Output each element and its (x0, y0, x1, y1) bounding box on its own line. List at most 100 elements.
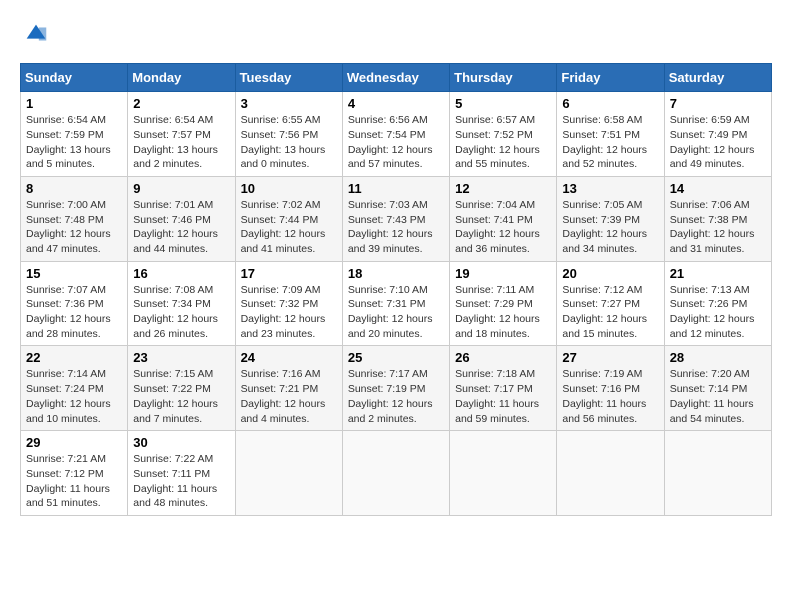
day-info: Sunrise: 6:57 AM Sunset: 7:52 PM Dayligh… (455, 113, 551, 172)
calendar-cell: 24 Sunrise: 7:16 AM Sunset: 7:21 PM Dayl… (235, 346, 342, 431)
daylight-label: Daylight: 12 hours and 26 minutes. (133, 313, 218, 340)
daylight-label: Daylight: 12 hours and 36 minutes. (455, 228, 540, 255)
day-info: Sunrise: 7:19 AM Sunset: 7:16 PM Dayligh… (562, 367, 658, 426)
day-number: 24 (241, 350, 337, 365)
calendar-cell (664, 431, 771, 516)
sunrise-label: Sunrise: 6:56 AM (348, 114, 428, 126)
sunset-label: Sunset: 7:12 PM (26, 468, 104, 480)
calendar-week-3: 15 Sunrise: 7:07 AM Sunset: 7:36 PM Dayl… (21, 261, 772, 346)
sunrise-label: Sunrise: 7:19 AM (562, 368, 642, 380)
day-info: Sunrise: 6:56 AM Sunset: 7:54 PM Dayligh… (348, 113, 444, 172)
sunset-label: Sunset: 7:48 PM (26, 214, 104, 226)
sunset-label: Sunset: 7:54 PM (348, 129, 426, 141)
day-info: Sunrise: 7:22 AM Sunset: 7:11 PM Dayligh… (133, 452, 229, 511)
calendar-cell (235, 431, 342, 516)
day-info: Sunrise: 7:01 AM Sunset: 7:46 PM Dayligh… (133, 198, 229, 257)
sunset-label: Sunset: 7:14 PM (670, 383, 748, 395)
day-number: 26 (455, 350, 551, 365)
day-number: 21 (670, 266, 766, 281)
daylight-label: Daylight: 12 hours and 52 minutes. (562, 144, 647, 171)
sunset-label: Sunset: 7:51 PM (562, 129, 640, 141)
sunrise-label: Sunrise: 7:10 AM (348, 284, 428, 296)
sunset-label: Sunset: 7:31 PM (348, 298, 426, 310)
weekday-wednesday: Wednesday (342, 64, 449, 92)
calendar-cell: 4 Sunrise: 6:56 AM Sunset: 7:54 PM Dayli… (342, 92, 449, 177)
day-info: Sunrise: 7:14 AM Sunset: 7:24 PM Dayligh… (26, 367, 122, 426)
page-header (20, 20, 772, 53)
sunset-label: Sunset: 7:36 PM (26, 298, 104, 310)
sunrise-label: Sunrise: 6:57 AM (455, 114, 535, 126)
sunset-label: Sunset: 7:39 PM (562, 214, 640, 226)
sunrise-label: Sunrise: 6:54 AM (26, 114, 106, 126)
daylight-label: Daylight: 12 hours and 44 minutes. (133, 228, 218, 255)
sunrise-label: Sunrise: 7:13 AM (670, 284, 750, 296)
weekday-tuesday: Tuesday (235, 64, 342, 92)
calendar-week-2: 8 Sunrise: 7:00 AM Sunset: 7:48 PM Dayli… (21, 176, 772, 261)
sunrise-label: Sunrise: 7:04 AM (455, 199, 535, 211)
day-info: Sunrise: 7:08 AM Sunset: 7:34 PM Dayligh… (133, 283, 229, 342)
calendar-cell: 13 Sunrise: 7:05 AM Sunset: 7:39 PM Dayl… (557, 176, 664, 261)
day-info: Sunrise: 7:10 AM Sunset: 7:31 PM Dayligh… (348, 283, 444, 342)
calendar-cell: 22 Sunrise: 7:14 AM Sunset: 7:24 PM Dayl… (21, 346, 128, 431)
daylight-label: Daylight: 12 hours and 49 minutes. (670, 144, 755, 171)
day-number: 10 (241, 181, 337, 196)
day-info: Sunrise: 7:04 AM Sunset: 7:41 PM Dayligh… (455, 198, 551, 257)
day-number: 15 (26, 266, 122, 281)
calendar-cell: 26 Sunrise: 7:18 AM Sunset: 7:17 PM Dayl… (450, 346, 557, 431)
weekday-saturday: Saturday (664, 64, 771, 92)
calendar-cell (450, 431, 557, 516)
sunset-label: Sunset: 7:34 PM (133, 298, 211, 310)
daylight-label: Daylight: 12 hours and 41 minutes. (241, 228, 326, 255)
daylight-label: Daylight: 12 hours and 34 minutes. (562, 228, 647, 255)
calendar-week-5: 29 Sunrise: 7:21 AM Sunset: 7:12 PM Dayl… (21, 431, 772, 516)
sunrise-label: Sunrise: 7:17 AM (348, 368, 428, 380)
daylight-label: Daylight: 12 hours and 12 minutes. (670, 313, 755, 340)
day-number: 5 (455, 96, 551, 111)
day-number: 1 (26, 96, 122, 111)
calendar-cell: 29 Sunrise: 7:21 AM Sunset: 7:12 PM Dayl… (21, 431, 128, 516)
daylight-label: Daylight: 12 hours and 28 minutes. (26, 313, 111, 340)
day-number: 9 (133, 181, 229, 196)
calendar-week-4: 22 Sunrise: 7:14 AM Sunset: 7:24 PM Dayl… (21, 346, 772, 431)
calendar-cell: 30 Sunrise: 7:22 AM Sunset: 7:11 PM Dayl… (128, 431, 235, 516)
day-info: Sunrise: 6:55 AM Sunset: 7:56 PM Dayligh… (241, 113, 337, 172)
day-info: Sunrise: 7:00 AM Sunset: 7:48 PM Dayligh… (26, 198, 122, 257)
sunset-label: Sunset: 7:57 PM (133, 129, 211, 141)
daylight-label: Daylight: 13 hours and 0 minutes. (241, 144, 326, 171)
day-number: 20 (562, 266, 658, 281)
calendar-cell (557, 431, 664, 516)
daylight-label: Daylight: 12 hours and 55 minutes. (455, 144, 540, 171)
logo (20, 20, 50, 53)
sunrise-label: Sunrise: 7:21 AM (26, 453, 106, 465)
sunrise-label: Sunrise: 7:12 AM (562, 284, 642, 296)
sunset-label: Sunset: 7:17 PM (455, 383, 533, 395)
sunrise-label: Sunrise: 7:05 AM (562, 199, 642, 211)
calendar-cell: 14 Sunrise: 7:06 AM Sunset: 7:38 PM Dayl… (664, 176, 771, 261)
sunrise-label: Sunrise: 7:07 AM (26, 284, 106, 296)
daylight-label: Daylight: 12 hours and 20 minutes. (348, 313, 433, 340)
day-number: 6 (562, 96, 658, 111)
daylight-label: Daylight: 11 hours and 56 minutes. (562, 398, 646, 425)
day-number: 29 (26, 435, 122, 450)
sunset-label: Sunset: 7:46 PM (133, 214, 211, 226)
day-info: Sunrise: 7:20 AM Sunset: 7:14 PM Dayligh… (670, 367, 766, 426)
day-info: Sunrise: 7:12 AM Sunset: 7:27 PM Dayligh… (562, 283, 658, 342)
sunrise-label: Sunrise: 7:00 AM (26, 199, 106, 211)
calendar-cell: 7 Sunrise: 6:59 AM Sunset: 7:49 PM Dayli… (664, 92, 771, 177)
calendar-cell: 18 Sunrise: 7:10 AM Sunset: 7:31 PM Dayl… (342, 261, 449, 346)
daylight-label: Daylight: 12 hours and 7 minutes. (133, 398, 218, 425)
weekday-monday: Monday (128, 64, 235, 92)
daylight-label: Daylight: 12 hours and 23 minutes. (241, 313, 326, 340)
calendar-week-1: 1 Sunrise: 6:54 AM Sunset: 7:59 PM Dayli… (21, 92, 772, 177)
calendar-cell: 6 Sunrise: 6:58 AM Sunset: 7:51 PM Dayli… (557, 92, 664, 177)
day-number: 19 (455, 266, 551, 281)
day-info: Sunrise: 7:21 AM Sunset: 7:12 PM Dayligh… (26, 452, 122, 511)
calendar-body: 1 Sunrise: 6:54 AM Sunset: 7:59 PM Dayli… (21, 92, 772, 516)
day-number: 25 (348, 350, 444, 365)
day-info: Sunrise: 7:16 AM Sunset: 7:21 PM Dayligh… (241, 367, 337, 426)
sunset-label: Sunset: 7:43 PM (348, 214, 426, 226)
calendar-cell: 12 Sunrise: 7:04 AM Sunset: 7:41 PM Dayl… (450, 176, 557, 261)
calendar-cell: 16 Sunrise: 7:08 AM Sunset: 7:34 PM Dayl… (128, 261, 235, 346)
day-number: 2 (133, 96, 229, 111)
sunrise-label: Sunrise: 6:58 AM (562, 114, 642, 126)
